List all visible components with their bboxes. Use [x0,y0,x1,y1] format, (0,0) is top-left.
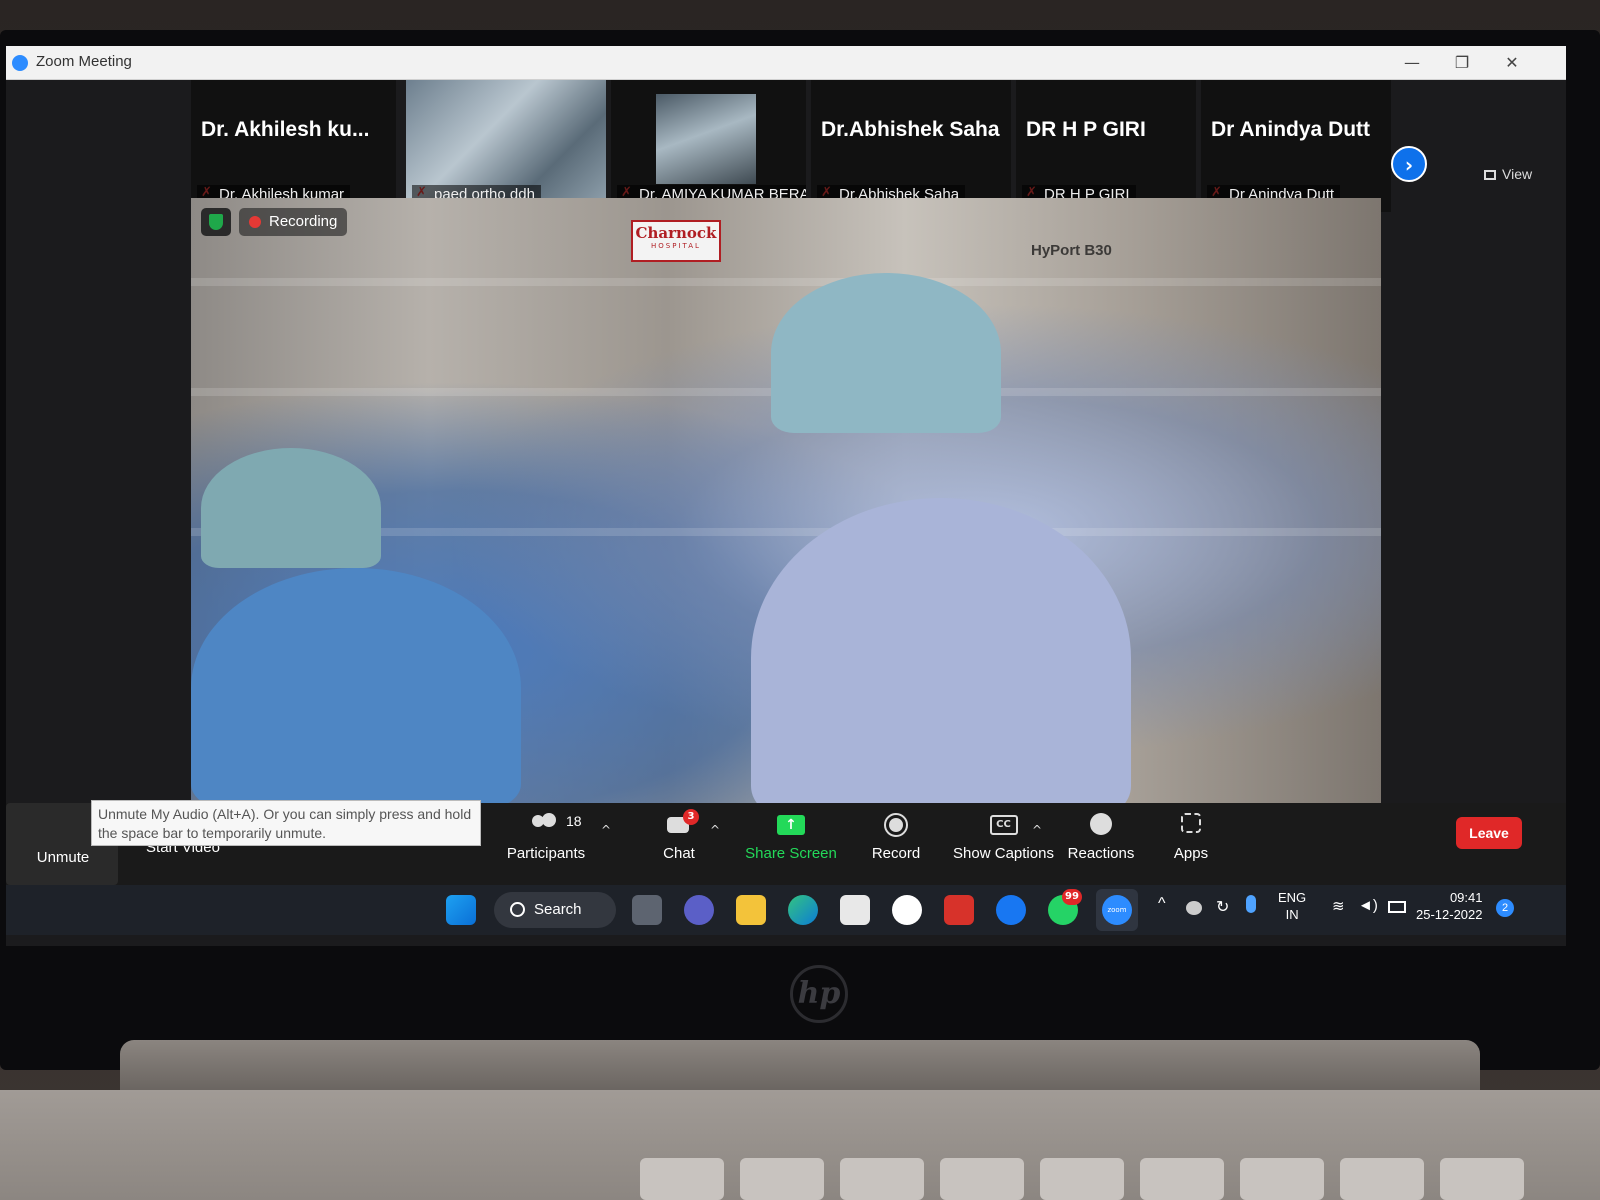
participants-icon: 18 [532,813,582,839]
function-key [840,1158,924,1200]
chat-icon: 3 [665,809,699,839]
participant-tile[interactable]: DR H P GIRI ✗ DR H P GIRI [1016,80,1196,212]
chat-caret-icon[interactable]: ^ [710,823,720,837]
function-key [1040,1158,1124,1200]
wifi-icon[interactable]: ≋ [1332,897,1345,915]
participant-tile[interactable]: ✗ paed ortho ddh [406,80,606,212]
microsoft-store-icon[interactable] [840,895,870,925]
grid-view-icon [1484,170,1496,180]
assistant-cap [201,448,381,568]
language-indicator[interactable]: ENG IN [1278,889,1306,923]
participant-display-name: DR H P GIRI [1026,118,1146,141]
next-page-arrow-icon[interactable]: › [1391,146,1427,182]
maximize-button[interactable]: ❐ [1450,52,1474,74]
edge-browser-icon[interactable] [788,895,818,925]
captions-caret-icon[interactable]: ^ [1032,823,1042,837]
recording-indicator[interactable]: Recording [239,208,348,236]
function-key [940,1158,1024,1200]
teams-chat-icon[interactable] [684,895,714,925]
apps-button[interactable]: Apps [1136,813,1246,862]
participant-video [656,94,756,184]
share-screen-button[interactable]: ↑ Share Screen [736,813,846,862]
participant-display-name: Dr Anindya Dutt [1211,118,1371,141]
function-key [1340,1158,1424,1200]
captions-icon: CC [989,813,1018,839]
taskbar-search[interactable]: Search [494,892,616,928]
chat-badge: 3 [683,809,699,825]
share-screen-icon: ↑ [777,813,805,839]
participant-display-name: Dr.Abhishek Saha [821,118,1000,141]
task-view-icon[interactable] [632,895,662,925]
laptop-screen: Zoom Meeting — ❐ ✕ Dr. Akhilesh ku... ✗ … [6,46,1566,946]
equipment-label: HyPort B30 [1031,242,1112,259]
whatsapp-badge: 99 [1062,889,1082,905]
sync-icon[interactable]: ↻ [1216,897,1229,917]
photo-scene: Zoom Meeting — ❐ ✕ Dr. Akhilesh ku... ✗ … [0,0,1600,1200]
participant-display-name: Dr. Akhilesh ku... [201,118,370,141]
apps-icon [1177,813,1205,839]
battery-icon[interactable] [1388,901,1406,913]
participant-tile[interactable]: Dr.Abhishek Saha ✗ Dr.Abhishek Saha [811,80,1011,212]
zoom-taskbar-icon[interactable]: zoom [1096,889,1138,931]
file-explorer-icon[interactable] [736,895,766,925]
windows-taskbar: Search 99 zoom ^ ↻ ENG IN ≋ ◄) 09:41 25-… [6,885,1566,935]
chat-button[interactable]: 3 Chat [624,809,734,862]
participant-strip: Dr. Akhilesh ku... ✗ Dr. Akhilesh kumar … [191,80,1511,212]
volume-icon[interactable]: ◄) [1358,897,1378,914]
participant-tile[interactable]: Dr. Akhilesh ku... ✗ Dr. Akhilesh kumar [191,80,396,212]
notification-badge[interactable]: 2 [1496,899,1514,917]
participant-tile[interactable]: ✗ Dr. AMIYA KUMAR BERA [611,80,806,212]
participants-count: 18 [566,813,582,829]
tray-chevron-icon[interactable]: ^ [1158,895,1166,913]
view-button[interactable]: View [1484,166,1532,182]
smiley-icon [1087,813,1115,839]
whatsapp-icon[interactable]: 99 [1048,889,1082,925]
hospital-sign: Charnock HOSPITAL [631,220,721,262]
security-shield-icon[interactable] [201,208,231,236]
mcafee-icon[interactable] [944,895,974,925]
minimize-button[interactable]: — [1400,52,1424,74]
record-button[interactable]: Record [841,813,951,862]
facebook-icon[interactable] [996,895,1026,925]
main-speaker-video: Charnock HOSPITAL HyPort B30 Recording [191,198,1381,803]
function-key [640,1158,724,1200]
function-key [740,1158,824,1200]
window-titlebar: Zoom Meeting — ❐ ✕ [6,46,1566,80]
close-button[interactable]: ✕ [1500,52,1524,74]
participants-caret-icon[interactable]: ^ [601,823,611,837]
power-key [1440,1158,1524,1200]
participants-button[interactable]: 18 Participants [491,813,601,862]
surgeon-figure [751,498,1131,803]
zoom-app-icon [12,55,28,71]
function-key [1140,1158,1224,1200]
leave-button[interactable]: Leave [1456,817,1522,849]
record-dot-icon [249,216,261,228]
function-key [1240,1158,1324,1200]
participant-tile[interactable]: Dr Anindya Dutt ✗ Dr Anindya Dutt [1201,80,1391,212]
unmute-tooltip: Unmute My Audio (Alt+A). Or you can simp… [91,800,481,846]
assistant-figure [191,568,521,803]
onedrive-icon[interactable] [1186,901,1202,915]
windows-start-icon[interactable] [446,895,476,925]
microphone-icon[interactable] [1246,895,1256,913]
window-title: Zoom Meeting [36,53,132,70]
unmute-label: Unmute [36,849,90,866]
record-icon [882,813,910,839]
hp-logo: hp [790,965,848,1023]
surgeon-cap [771,273,1001,433]
clock[interactable]: 09:41 25-12-2022 [1416,889,1483,923]
settings-app-icon[interactable] [892,895,922,925]
